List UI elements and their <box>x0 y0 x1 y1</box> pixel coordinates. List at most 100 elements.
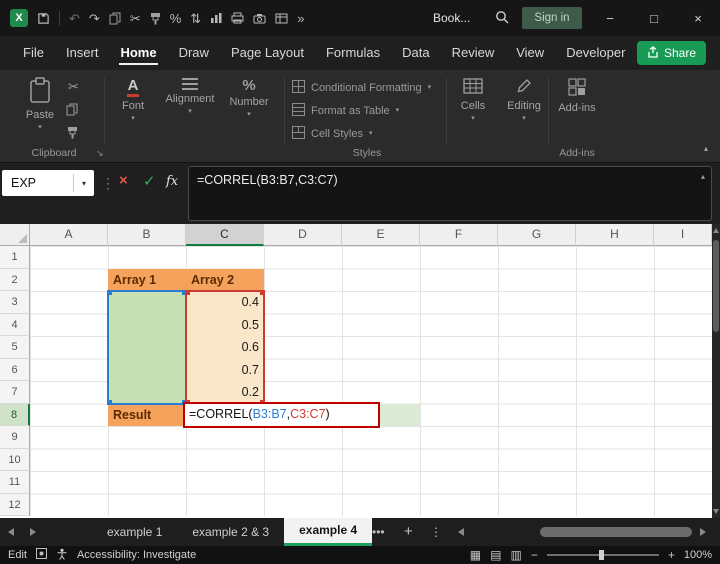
share-button[interactable]: Share <box>637 41 706 65</box>
cell-B5[interactable] <box>108 336 186 359</box>
zoom-slider-thumb[interactable] <box>599 550 604 560</box>
number-menu-button[interactable]: % Number ▾ <box>224 78 274 118</box>
page-layout-view-icon[interactable]: ▤ <box>490 549 501 561</box>
column-header-c[interactable]: C <box>186 224 264 246</box>
row-header-4[interactable]: 4 <box>0 314 30 337</box>
row-header-7[interactable]: 7 <box>0 381 30 404</box>
cell-C3[interactable]: 0.4 <box>186 291 264 314</box>
scroll-up-icon[interactable] <box>713 228 719 233</box>
copy-icon[interactable] <box>109 12 121 25</box>
sign-in-button[interactable]: Sign in <box>522 7 582 29</box>
cell-B7[interactable] <box>108 381 186 404</box>
camera-icon[interactable] <box>253 13 266 24</box>
cell-styles-button[interactable]: Cell Styles ▾ <box>292 124 372 143</box>
column-header-f[interactable]: F <box>420 224 498 246</box>
format-painter-icon[interactable] <box>67 126 78 141</box>
editing-menu-button[interactable]: Editing ▾ <box>500 78 548 122</box>
more-sheets-button[interactable]: ••• <box>372 518 385 546</box>
hscroll-left-icon[interactable] <box>458 528 464 536</box>
row-header-1[interactable]: 1 <box>0 246 30 269</box>
cell-B8[interactable]: Result <box>108 404 186 427</box>
tab-formulas[interactable]: Formulas <box>315 36 391 70</box>
tab-view[interactable]: View <box>505 36 555 70</box>
tab-insert[interactable]: Insert <box>55 36 110 70</box>
tab-developer[interactable]: Developer <box>555 36 636 70</box>
sheet-tab-example-1[interactable]: example 1 <box>92 518 177 546</box>
zoom-level[interactable]: 100% <box>684 549 712 561</box>
format-as-table-button[interactable]: Format as Table ▾ <box>292 101 399 120</box>
tab-page-layout[interactable]: Page Layout <box>220 36 315 70</box>
cell-C8-formula-editor[interactable]: =CORREL(B3:B7,C3:C7) <box>183 402 380 428</box>
clipboard-dialog-launcher-icon[interactable]: ↘ <box>96 149 104 158</box>
row-header-8[interactable]: 8 <box>0 404 30 427</box>
conditional-formatting-button[interactable]: Conditional Formatting ▾ <box>292 78 431 97</box>
save-icon[interactable] <box>37 12 50 25</box>
tab-home[interactable]: Home <box>109 36 167 70</box>
cell-B6[interactable] <box>108 359 186 382</box>
column-header-i[interactable]: I <box>654 224 712 246</box>
formula-input[interactable]: =CORREL(B3:B7,C3:C7) ▴ <box>188 166 712 221</box>
row-header-12[interactable]: 12 <box>0 494 30 517</box>
column-header-g[interactable]: G <box>498 224 576 246</box>
percent-style-icon[interactable]: % <box>170 12 182 25</box>
cell-C6[interactable]: 0.7 <box>186 359 264 382</box>
close-button[interactable]: × <box>676 0 720 36</box>
enter-icon[interactable]: ✓ <box>143 172 156 190</box>
cut-icon[interactable]: ✂ <box>130 12 141 25</box>
scroll-down-icon[interactable] <box>713 509 719 514</box>
zoom-slider[interactable] <box>547 554 659 556</box>
zoom-out-icon[interactable]: − <box>531 549 538 561</box>
cells-menu-button[interactable]: Cells ▾ <box>450 78 496 122</box>
cut-icon[interactable]: ✂ <box>68 80 79 93</box>
row-header-6[interactable]: 6 <box>0 359 30 382</box>
sheet-scroll-left-icon[interactable] <box>8 528 14 536</box>
collapse-formula-bar-icon[interactable]: ▴ <box>701 172 705 181</box>
column-header-a[interactable]: A <box>30 224 108 246</box>
undo-icon[interactable]: ↶ <box>69 12 80 25</box>
sheet-options-icon[interactable]: ⋮ <box>430 518 442 546</box>
column-header-b[interactable]: B <box>108 224 186 246</box>
tab-draw[interactable]: Draw <box>168 36 220 70</box>
copy-icon[interactable] <box>66 103 78 118</box>
minimize-button[interactable]: − <box>588 0 632 36</box>
sort-icon[interactable]: ⇅ <box>190 12 201 25</box>
name-box[interactable]: EXP ▾ <box>2 170 94 196</box>
cell-B3[interactable] <box>108 291 186 314</box>
insert-function-icon[interactable]: fx <box>166 174 178 189</box>
accessibility-status[interactable]: Accessibility: Investigate <box>77 549 196 561</box>
cell-B4[interactable] <box>108 314 186 337</box>
cell-C2[interactable]: Array 2 <box>186 269 264 292</box>
column-header-d[interactable]: D <box>264 224 342 246</box>
normal-view-icon[interactable]: ▦ <box>470 549 481 561</box>
collapse-ribbon-icon[interactable]: ▴ <box>704 144 708 153</box>
row-header-5[interactable]: 5 <box>0 336 30 359</box>
row-header-2[interactable]: 2 <box>0 269 30 292</box>
row-header-10[interactable]: 10 <box>0 449 30 472</box>
table-icon[interactable] <box>275 13 288 24</box>
select-all-button[interactable] <box>0 224 30 246</box>
cancel-icon[interactable]: × <box>119 172 128 189</box>
paste-button[interactable]: Paste ▾ <box>18 77 62 131</box>
sheet-tab-example-4[interactable]: example 4 <box>284 518 372 546</box>
column-header-h[interactable]: H <box>576 224 654 246</box>
accessibility-icon[interactable] <box>56 548 68 563</box>
chart-icon[interactable] <box>210 12 222 24</box>
cell-C5[interactable]: 0.6 <box>186 336 264 359</box>
hscroll-right-icon[interactable] <box>700 528 706 536</box>
print-icon[interactable] <box>231 12 244 24</box>
cell-C7[interactable]: 0.2 <box>186 381 264 404</box>
redo-icon[interactable]: ↷ <box>89 12 100 25</box>
format-painter-icon[interactable] <box>150 12 161 25</box>
row-header-11[interactable]: 11 <box>0 471 30 494</box>
horizontal-scroll-thumb[interactable] <box>540 527 692 537</box>
vertical-scrollbar[interactable] <box>712 224 720 518</box>
row-header-3[interactable]: 3 <box>0 291 30 314</box>
sheet-tab-example-2-3[interactable]: example 2 & 3 <box>177 518 284 546</box>
zoom-in-icon[interactable]: + <box>668 549 675 561</box>
maximize-button[interactable]: □ <box>632 0 676 36</box>
search-icon[interactable] <box>495 10 509 29</box>
sheet-scroll-right-icon[interactable] <box>30 528 36 536</box>
formula-bar-handle[interactable]: ⋮ <box>101 175 115 192</box>
vertical-scroll-thumb[interactable] <box>713 240 719 332</box>
tab-data[interactable]: Data <box>391 36 440 70</box>
